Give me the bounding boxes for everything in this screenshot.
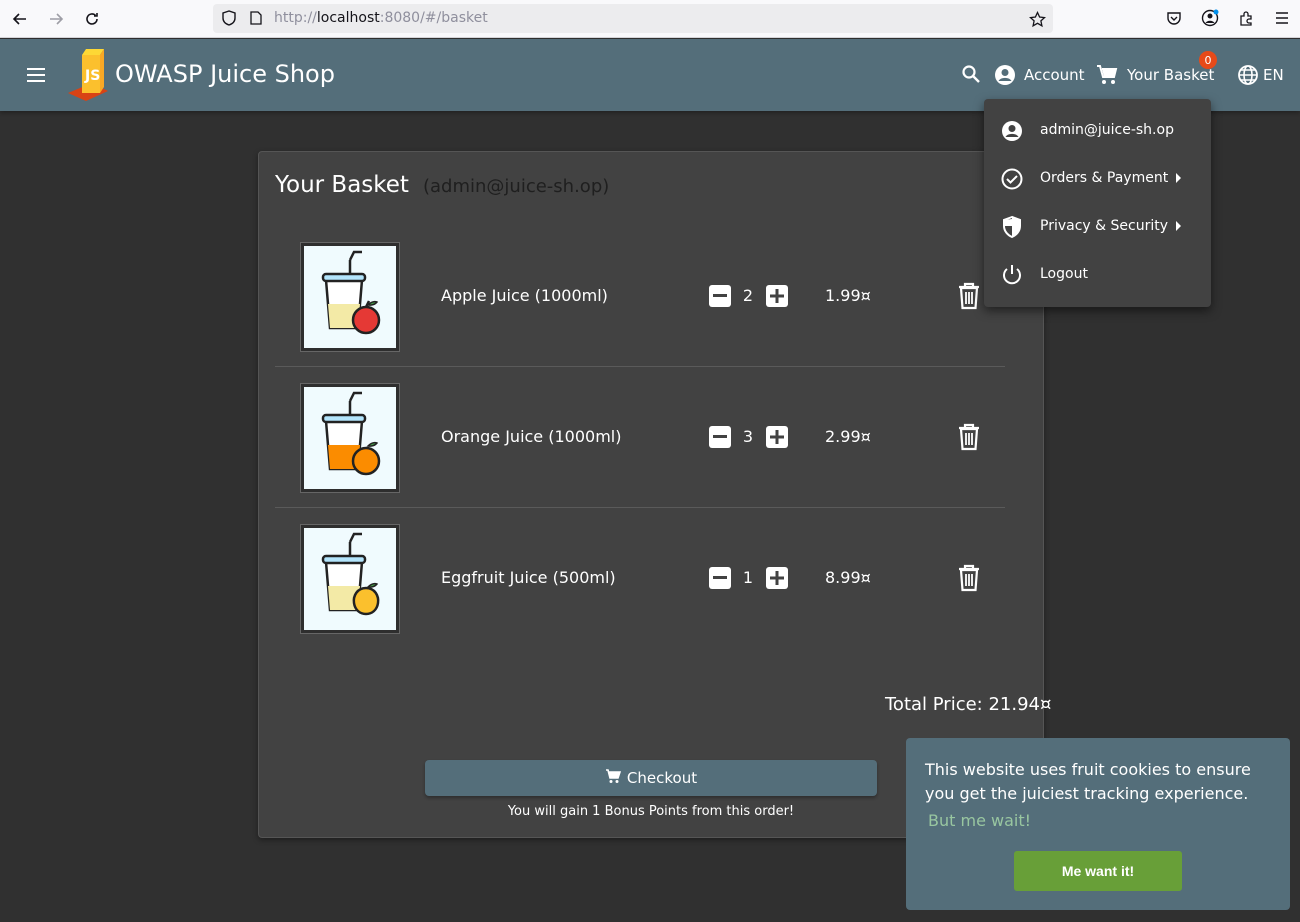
product-price: 1.99¤ xyxy=(825,286,871,305)
decrease-quantity-button[interactable] xyxy=(709,567,731,589)
url-host: localhost xyxy=(316,10,380,26)
pocket-icon[interactable] xyxy=(1165,9,1183,27)
basket-card: Your Basket (admin@juice-sh.op) Apple Ju… xyxy=(258,151,1051,838)
basket-row: Apple Juice (1000ml) 2 1.99¤ xyxy=(275,226,1005,367)
juice-shop-logo-icon[interactable]: JS xyxy=(64,47,112,103)
browser-toolbar: http://localhost:8080/#/basket xyxy=(0,0,1300,38)
basket-title: Your Basket xyxy=(275,172,409,198)
app-title[interactable]: OWASP Juice Shop xyxy=(115,60,335,88)
menu-item-orders-payment[interactable]: Orders & Payment xyxy=(984,155,1211,203)
decrease-quantity-button[interactable] xyxy=(709,426,731,448)
account-circle-icon xyxy=(1000,119,1024,143)
basket-row: Orange Juice (1000ml) 3 2.99¤ xyxy=(275,367,1005,508)
checkout-label: Checkout xyxy=(626,769,698,787)
menu-item-profile[interactable]: admin@juice-sh.op xyxy=(984,107,1211,155)
quantity-value: 1 xyxy=(742,568,754,587)
svg-text:JS: JS xyxy=(84,68,100,84)
forward-arrow-icon[interactable] xyxy=(45,8,67,30)
globe-icon[interactable] xyxy=(1236,63,1260,87)
search-icon[interactable] xyxy=(960,63,982,85)
hamburger-menu-icon[interactable] xyxy=(24,63,48,87)
page-icon xyxy=(249,11,263,25)
quantity-value: 3 xyxy=(742,427,754,446)
url-text[interactable]: http://localhost:8080/#/basket xyxy=(274,10,488,26)
increase-quantity-button[interactable] xyxy=(766,426,788,448)
browser-menu-icon[interactable] xyxy=(1273,9,1291,27)
basket-count-badge: 0 xyxy=(1199,51,1217,69)
submenu-arrow-icon xyxy=(1176,221,1181,231)
product-name: Eggfruit Juice (500ml) xyxy=(441,568,616,587)
account-label[interactable]: Account xyxy=(1024,66,1085,84)
language-label[interactable]: EN xyxy=(1263,66,1284,84)
back-arrow-icon[interactable] xyxy=(9,8,31,30)
product-name: Apple Juice (1000ml) xyxy=(441,286,608,305)
cookie-message: This website uses fruit cookies to ensur… xyxy=(925,760,1251,803)
shopping-cart-icon[interactable] xyxy=(1095,63,1119,87)
account-menu: admin@juice-sh.op Orders & Payment Priva… xyxy=(984,99,1211,307)
product-price: 2.99¤ xyxy=(825,427,871,446)
basket-row: Eggfruit Juice (500ml) 1 8.99¤ xyxy=(275,508,1005,649)
menu-label: Orders & Payment xyxy=(1040,170,1169,186)
basket-owner: (admin@juice-sh.op) xyxy=(423,176,610,197)
menu-label: Privacy & Security xyxy=(1040,218,1168,234)
cookie-banner: This website uses fruit cookies to ensur… xyxy=(906,738,1290,910)
increase-quantity-button[interactable] xyxy=(766,285,788,307)
shield-icon xyxy=(1000,215,1024,239)
cookie-accept-button[interactable]: Me want it! xyxy=(1014,851,1182,891)
product-image xyxy=(300,524,400,634)
menu-label: Logout xyxy=(1040,266,1088,282)
firefox-account-icon[interactable] xyxy=(1200,8,1220,28)
delete-trash-icon[interactable] xyxy=(957,282,981,310)
checkout-button[interactable]: Checkout xyxy=(425,760,877,796)
menu-item-logout[interactable]: Logout xyxy=(984,251,1211,299)
product-image xyxy=(300,383,400,493)
product-image xyxy=(300,242,400,352)
cookie-learn-more-link[interactable]: But me wait! xyxy=(928,811,1031,830)
total-price: Total Price: 21.94¤ xyxy=(885,694,1052,715)
basket-label[interactable]: Your Basket xyxy=(1127,66,1214,84)
check-circle-icon xyxy=(1000,167,1024,191)
extensions-icon[interactable] xyxy=(1237,9,1255,27)
menu-label: admin@juice-sh.op xyxy=(1040,122,1174,138)
account-circle-icon[interactable] xyxy=(993,63,1017,87)
power-icon xyxy=(1000,263,1024,287)
quantity-value: 2 xyxy=(742,286,754,305)
delete-trash-icon[interactable] xyxy=(957,564,981,592)
shield-icon[interactable] xyxy=(221,10,237,26)
increase-quantity-button[interactable] xyxy=(766,567,788,589)
bookmark-star-icon[interactable] xyxy=(1028,10,1046,28)
product-name: Orange Juice (1000ml) xyxy=(441,427,622,446)
submenu-arrow-icon xyxy=(1176,173,1181,183)
url-prefix: http:// xyxy=(274,10,317,26)
decrease-quantity-button[interactable] xyxy=(709,285,731,307)
address-bar[interactable]: http://localhost:8080/#/basket xyxy=(213,4,1053,33)
url-rest: :8080/#/basket xyxy=(379,10,488,26)
reload-icon[interactable] xyxy=(81,8,103,30)
menu-item-privacy-security[interactable]: Privacy & Security xyxy=(984,203,1211,251)
cart-checkout-icon xyxy=(605,768,622,788)
delete-trash-icon[interactable] xyxy=(957,423,981,451)
product-price: 8.99¤ xyxy=(825,568,871,587)
